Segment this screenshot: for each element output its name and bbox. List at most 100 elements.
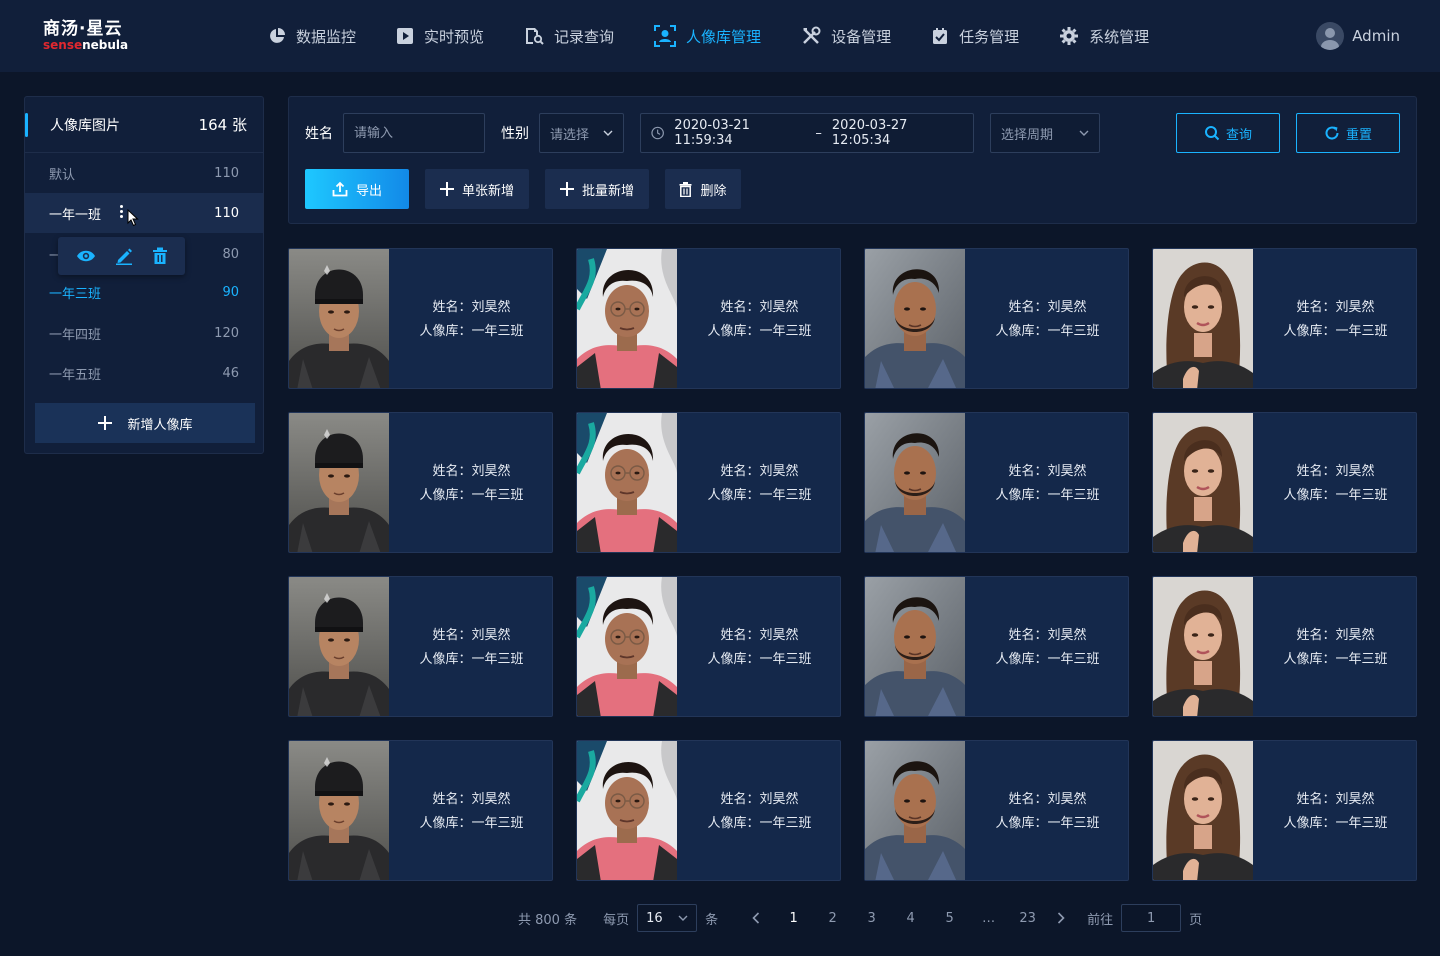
page-number[interactable]: 23: [1008, 911, 1047, 926]
portrait-name: 姓名：刘昊然: [1296, 299, 1375, 315]
sidebar-item-default[interactable]: 默认 110: [25, 153, 263, 193]
portrait-library: 人像库：一年三班: [1283, 651, 1388, 667]
sidebar-item-label: 一年三班: [49, 286, 102, 302]
edit-icon[interactable]: [115, 247, 133, 265]
plus-icon: [439, 182, 454, 196]
portrait-card[interactable]: 姓名：刘昊然 人像库：一年三班: [288, 248, 553, 389]
logo[interactable]: 商汤·星云 sensenebula: [43, 20, 128, 52]
logo-zh: 商汤·星云: [43, 19, 123, 39]
page-size-unit: 条: [705, 912, 719, 928]
search-icon: [1204, 126, 1220, 141]
portrait-library-sidebar: 人像库图片 164 张 默认 110 一年一班 110 一 80 一年三班 90…: [24, 96, 264, 454]
portrait-library: 人像库：一年三班: [419, 651, 524, 667]
add-batch-label: 批量新增: [581, 183, 634, 199]
portrait-card[interactable]: 姓名：刘昊然 人像库：一年三班: [1152, 576, 1417, 717]
goto-label: 前往: [1087, 912, 1114, 928]
nav-live-preview[interactable]: 实时预览: [396, 0, 484, 72]
portrait-card[interactable]: 姓名：刘昊然 人像库：一年三班: [1152, 412, 1417, 553]
nav-task-management[interactable]: 任务管理: [931, 0, 1019, 72]
add-batch-button[interactable]: 批量新增: [545, 169, 649, 209]
page-number[interactable]: 2: [813, 911, 852, 926]
nav-data-monitor[interactable]: 数据监控: [268, 0, 356, 72]
user-menu[interactable]: Admin: [1316, 22, 1400, 50]
export-button[interactable]: 导出: [305, 169, 409, 209]
sidebar-item-class5[interactable]: 一年五班 46: [25, 353, 263, 393]
add-single-label: 单张新增: [461, 183, 514, 199]
nav-system-management[interactable]: 系统管理: [1059, 0, 1149, 72]
portrait-info: 姓名：刘昊然 人像库：一年三班: [1253, 741, 1416, 880]
reset-button[interactable]: 重置: [1296, 113, 1400, 153]
portrait-card[interactable]: 姓名：刘昊然 人像库：一年三班: [288, 412, 553, 553]
portrait-card[interactable]: 姓名：刘昊然 人像库：一年三班: [864, 248, 1129, 389]
nav-label: 数据监控: [296, 27, 357, 46]
portrait-card[interactable]: 姓名：刘昊然 人像库：一年三班: [864, 576, 1129, 717]
sidebar-item-class4[interactable]: 一年四班 120: [25, 313, 263, 353]
delete-button[interactable]: 删除: [665, 169, 741, 209]
add-library-label: 新增人像库: [127, 417, 193, 433]
page-size-select[interactable]: 16: [637, 904, 698, 932]
portrait-name: 姓名：刘昊然: [1008, 299, 1087, 315]
portrait-card[interactable]: 姓名：刘昊然 人像库：一年三班: [576, 576, 841, 717]
portrait-card[interactable]: 姓名：刘昊然 人像库：一年三班: [864, 412, 1129, 553]
portrait-photo: [289, 413, 389, 552]
portrait-name: 姓名：刘昊然: [1296, 791, 1375, 807]
portrait-library: 人像库：一年三班: [995, 815, 1100, 831]
add-library-button[interactable]: 新增人像库: [35, 403, 255, 443]
clock-icon: [651, 126, 664, 140]
gender-select[interactable]: 请选择: [539, 113, 624, 153]
portrait-name: 姓名：刘昊然: [720, 791, 799, 807]
portrait-card[interactable]: 姓名：刘昊然 人像库：一年三班: [576, 248, 841, 389]
gender-placeholder: 请选择: [550, 127, 590, 143]
nav-portrait-library[interactable]: 人像库管理: [654, 0, 761, 72]
more-options-icon[interactable]: [120, 205, 124, 221]
name-input-wrapper: [343, 113, 485, 153]
chevron-down-icon: [603, 130, 613, 136]
portrait-name: 姓名：刘昊然: [432, 463, 511, 479]
portrait-card[interactable]: 姓名：刘昊然 人像库：一年三班: [288, 740, 553, 881]
portrait-card[interactable]: 姓名：刘昊然 人像库：一年三班: [288, 576, 553, 717]
goto-unit: 页: [1189, 912, 1203, 928]
add-single-button[interactable]: 单张新增: [425, 169, 529, 209]
query-button[interactable]: 查询: [1176, 113, 1280, 153]
prev-page-button[interactable]: [752, 912, 760, 924]
page-number[interactable]: 3: [852, 911, 891, 926]
goto-page: 前往 1 页: [1087, 904, 1202, 932]
portrait-card[interactable]: 姓名：刘昊然 人像库：一年三班: [864, 740, 1129, 881]
task-check-icon: [933, 28, 948, 44]
portrait-card[interactable]: 姓名：刘昊然 人像库：一年三班: [576, 740, 841, 881]
page-number[interactable]: 1: [774, 911, 813, 926]
portrait-name: 姓名：刘昊然: [720, 463, 799, 479]
pie-chart-icon: [270, 28, 285, 43]
portrait-name: 姓名：刘昊然: [1296, 627, 1375, 643]
play-icon: [397, 28, 414, 44]
sidebar-item-count: 110: [214, 165, 239, 181]
export-label: 导出: [355, 183, 382, 199]
page-size-selector: 每页 16 条: [603, 904, 718, 932]
period-placeholder: 选择周期: [1001, 127, 1054, 143]
goto-input[interactable]: 1: [1121, 904, 1182, 932]
portrait-card[interactable]: 姓名：刘昊然 人像库：一年三班: [1152, 248, 1417, 389]
trash-icon: [679, 181, 692, 197]
portrait-card[interactable]: 姓名：刘昊然 人像库：一年三班: [576, 412, 841, 553]
sidebar-item-label: 默认: [49, 167, 76, 183]
portrait-info: 姓名：刘昊然 人像库：一年三班: [965, 249, 1128, 388]
portrait-card[interactable]: 姓名：刘昊然 人像库：一年三班: [1152, 740, 1417, 881]
portrait-library: 人像库：一年三班: [1283, 815, 1388, 831]
page-number[interactable]: 5: [930, 911, 969, 926]
delete-icon[interactable]: [152, 247, 168, 265]
portrait-info: 姓名：刘昊然 人像库：一年三班: [1253, 413, 1416, 552]
sidebar-item-class3[interactable]: 一年三班 90: [25, 272, 263, 312]
portrait-info: 姓名：刘昊然 人像库：一年三班: [1253, 577, 1416, 716]
period-select[interactable]: 选择周期: [990, 113, 1100, 153]
date-range-picker[interactable]: 2020-03-21 11:59:34 – 2020-03-27 12:05:3…: [640, 113, 974, 153]
nav-record-query[interactable]: 记录查询: [524, 0, 614, 72]
sidebar-item-class1[interactable]: 一年一班 110: [25, 193, 263, 233]
page-number[interactable]: 4: [891, 911, 930, 926]
page-ellipsis[interactable]: …: [969, 911, 1008, 926]
name-input[interactable]: [354, 125, 474, 141]
portrait-photo: [1153, 741, 1253, 880]
portrait-info: 姓名：刘昊然 人像库：一年三班: [389, 741, 552, 880]
view-icon[interactable]: [76, 249, 96, 263]
next-page-button[interactable]: [1057, 912, 1065, 924]
nav-device-management[interactable]: 设备管理: [801, 0, 891, 72]
